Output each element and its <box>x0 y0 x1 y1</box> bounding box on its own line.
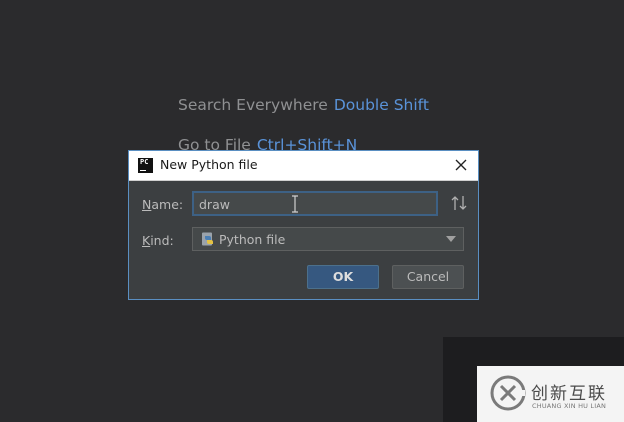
new-python-file-dialog: PC New Python file Name: draw Kind: Pyth… <box>128 150 479 300</box>
hint-shortcut: Double Shift <box>333 96 429 114</box>
sort-icon[interactable] <box>449 194 469 212</box>
name-label: Name: <box>142 197 183 212</box>
python-file-icon <box>202 232 213 246</box>
kind-label-rest: ind: <box>150 233 174 248</box>
dialog-titlebar: PC New Python file <box>129 151 478 181</box>
close-button[interactable] <box>451 154 471 176</box>
kind-label-mnemonic: K <box>142 233 151 248</box>
close-icon <box>455 159 467 171</box>
kind-label: Kind: <box>142 233 174 248</box>
ok-button[interactable]: OK <box>307 265 379 289</box>
pycharm-app-icon: PC <box>138 158 153 173</box>
kind-value: Python file <box>219 232 286 247</box>
hint-label: Search Everywhere <box>178 96 328 114</box>
kind-dropdown[interactable]: Python file <box>192 227 464 251</box>
dialog-title: New Python file <box>160 157 258 172</box>
hint-search-everywhere: Search Everywhere Double Shift <box>178 96 429 114</box>
watermark-subtext: CHUANG XIN HU LIAN <box>532 402 607 410</box>
watermark-logo-icon <box>490 375 526 411</box>
watermark-text: 创新互联 <box>531 384 607 404</box>
text-cursor-icon <box>292 195 298 213</box>
cancel-button[interactable]: Cancel <box>392 265 464 289</box>
watermark: 创新互联 CHUANG XIN HU LIAN <box>477 366 624 422</box>
name-label-rest: ame: <box>151 197 184 212</box>
chevron-down-icon <box>446 236 456 242</box>
name-label-mnemonic: N <box>142 197 152 212</box>
name-input[interactable]: draw <box>192 191 438 216</box>
